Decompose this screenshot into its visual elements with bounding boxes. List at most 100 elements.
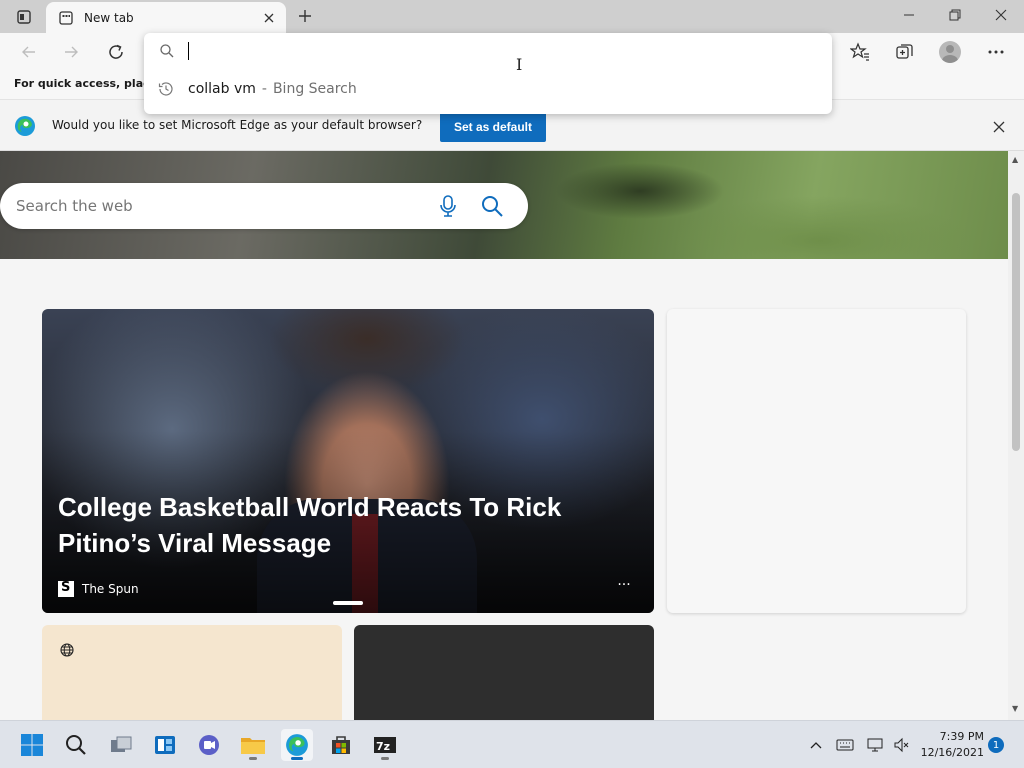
text-cursor-icon: I xyxy=(516,55,523,74)
chevron-up-icon xyxy=(810,742,822,749)
card-headline[interactable]: College Basketball World Reacts To Rick … xyxy=(58,489,638,561)
star-list-icon xyxy=(850,42,869,61)
collections-button[interactable] xyxy=(890,37,920,67)
source-logo-icon xyxy=(58,580,74,597)
edge-icon xyxy=(286,734,308,756)
windows-start-icon xyxy=(21,734,43,756)
suggestion-separator: - xyxy=(261,81,267,97)
clock-time: 7:39 PM xyxy=(939,730,984,743)
infobar-close-button[interactable] xyxy=(988,116,1010,138)
taskbar-clock[interactable]: 7:39 PM 12/16/2021 xyxy=(918,729,984,761)
forward-button[interactable] xyxy=(56,38,86,66)
restore-icon xyxy=(949,9,961,21)
clock-date: 12/16/2021 xyxy=(920,746,984,759)
search-icon xyxy=(160,44,174,58)
keyboard-button[interactable] xyxy=(835,735,855,755)
tab-close-button[interactable] xyxy=(260,9,278,27)
edge-logo-icon xyxy=(15,116,35,136)
search-placeholder: Search the web xyxy=(16,197,133,215)
arrow-right-icon xyxy=(65,46,78,58)
scroll-up-icon[interactable]: ▲ xyxy=(1012,155,1018,164)
edge-taskbar-button[interactable] xyxy=(281,729,313,761)
running-indicator xyxy=(381,757,389,760)
active-indicator xyxy=(291,757,303,760)
restore-button[interactable] xyxy=(932,0,978,30)
news-card-side[interactable] xyxy=(667,309,966,613)
network-button[interactable] xyxy=(866,735,886,755)
task-view-icon xyxy=(111,736,132,752)
network-icon xyxy=(867,738,883,752)
set-as-default-button[interactable]: Set as default xyxy=(440,112,546,142)
file-explorer-icon xyxy=(241,738,265,754)
suggestion-source: Bing Search xyxy=(272,81,357,97)
scrollbar-thumb[interactable] xyxy=(1012,193,1020,451)
store-button[interactable] xyxy=(325,729,357,761)
more-icon xyxy=(988,50,1004,54)
file-explorer-button[interactable] xyxy=(237,729,269,761)
teams-chat-icon xyxy=(199,735,219,755)
web-search-box[interactable]: Search the web xyxy=(0,183,528,229)
close-icon xyxy=(264,13,274,22)
show-hidden-icons-button[interactable] xyxy=(806,735,826,755)
news-card-featured[interactable]: College Basketball World Reacts To Rick … xyxy=(42,309,654,613)
plus-icon xyxy=(299,10,311,22)
refresh-button[interactable] xyxy=(101,38,131,66)
tab-new-tab[interactable]: New tab xyxy=(46,2,286,33)
store-icon xyxy=(332,736,350,754)
minimize-icon xyxy=(904,14,914,16)
collections-icon xyxy=(896,44,913,59)
card-more-button[interactable]: ··· xyxy=(614,577,634,593)
new-tab-page: Search the web College Basketball World … xyxy=(0,151,1008,720)
minimize-button[interactable] xyxy=(886,0,932,30)
teams-chat-button[interactable] xyxy=(193,729,225,761)
text-caret xyxy=(188,42,189,60)
carousel-indicator[interactable] xyxy=(333,601,363,605)
globe-icon xyxy=(60,643,74,657)
card-gradient xyxy=(42,309,654,613)
new-tab-page-icon xyxy=(58,10,74,26)
volume-muted-icon xyxy=(894,737,909,753)
start-button[interactable] xyxy=(16,729,48,761)
close-icon xyxy=(995,9,1007,21)
new-tab-button[interactable] xyxy=(292,5,318,27)
suggestion-item[interactable]: collab vm - Bing Search xyxy=(144,73,832,105)
taskbar: 7z 7:39 PM 12/16/2021 1 xyxy=(0,720,1024,768)
favorites-button[interactable] xyxy=(845,37,875,67)
title-bar: New tab xyxy=(0,0,1024,33)
microphone-icon[interactable] xyxy=(437,194,459,218)
settings-menu-button[interactable] xyxy=(981,37,1011,67)
search-icon xyxy=(66,735,86,755)
svg-text:7z: 7z xyxy=(376,740,390,753)
taskbar-search-button[interactable] xyxy=(60,729,92,761)
scroll-down-icon[interactable]: ▼ xyxy=(1012,704,1018,713)
refresh-icon xyxy=(109,44,123,59)
infobar-message: Would you like to set Microsoft Edge as … xyxy=(52,118,423,132)
arrow-left-icon xyxy=(22,46,35,58)
vertical-scrollbar[interactable]: ▲ ▼ xyxy=(1008,151,1024,720)
7zip-icon: 7z xyxy=(374,737,396,753)
news-card-small-dark[interactable] xyxy=(354,625,654,720)
address-bar-dropdown: I collab vm - Bing Search xyxy=(144,33,832,114)
task-view-button[interactable] xyxy=(105,729,137,761)
notification-badge[interactable]: 1 xyxy=(988,737,1004,753)
back-button[interactable] xyxy=(14,38,44,66)
profile-button[interactable] xyxy=(935,37,965,67)
window-close-button[interactable] xyxy=(978,0,1024,30)
news-card-small[interactable] xyxy=(42,625,342,720)
avatar xyxy=(939,41,961,63)
search-icon[interactable] xyxy=(480,194,504,218)
history-icon xyxy=(158,82,173,96)
tab-title: New tab xyxy=(84,10,134,25)
address-input[interactable] xyxy=(144,33,832,69)
close-icon xyxy=(993,121,1005,133)
tab-actions-button[interactable] xyxy=(10,6,38,28)
keyboard-icon xyxy=(836,739,854,751)
running-indicator xyxy=(249,757,257,760)
widgets-button[interactable] xyxy=(149,729,181,761)
tab-actions-icon xyxy=(17,10,31,24)
widgets-icon xyxy=(155,736,175,754)
card-source: The Spun xyxy=(82,582,139,596)
7zip-button[interactable]: 7z xyxy=(369,729,401,761)
volume-button[interactable] xyxy=(892,735,912,755)
suggestion-text: collab vm xyxy=(188,81,256,97)
